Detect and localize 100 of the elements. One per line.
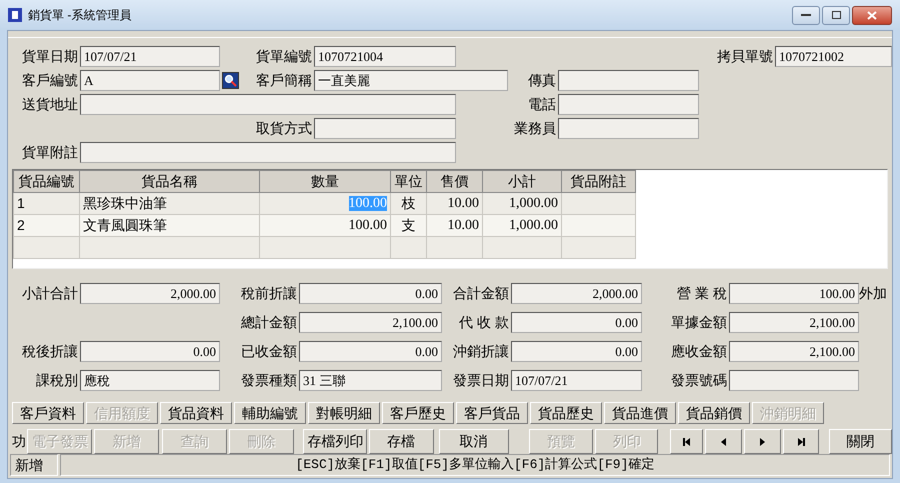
field-label: 傳真 [527, 71, 556, 90]
section-label: 功 [12, 432, 26, 451]
field-label: 課稅別 [35, 371, 78, 390]
field-label: 應收金額 [670, 342, 727, 361]
input-field[interactable]: 0.00 [80, 341, 220, 362]
table-cell: 1 [14, 192, 80, 214]
field-label: 發票號碼 [670, 371, 727, 390]
field-label: 客戶簡稱 [255, 71, 312, 90]
column-header[interactable]: 貨品附註 [562, 170, 636, 192]
table-cell: 100.00 [260, 214, 390, 236]
skip-end-icon [796, 436, 806, 446]
input-field[interactable]: 2,100.00 [729, 341, 859, 362]
field-label: 取貨方式 [255, 119, 312, 138]
field-label: 客戶編號 [21, 71, 78, 90]
input-field[interactable]: 0.00 [299, 341, 442, 362]
action-button[interactable]: 關閉 [829, 429, 892, 454]
column-header[interactable]: 貨品編號 [14, 170, 80, 192]
field-label: 發票日期 [452, 371, 509, 390]
function-button[interactable]: 客戶資料 [12, 402, 84, 424]
function-button[interactable]: 客戶歷史 [382, 402, 454, 424]
column-header[interactable]: 數量 [260, 170, 390, 192]
input-field[interactable]: 0.00 [511, 341, 642, 362]
first-record-button[interactable] [670, 429, 704, 454]
function-button[interactable]: 對帳明細 [308, 402, 380, 424]
input-field[interactable]: 一直美麗 [314, 70, 508, 91]
close-button[interactable] [852, 6, 892, 24]
input-field[interactable]: 107/07/21 [80, 46, 220, 67]
input-field[interactable] [80, 142, 456, 163]
skip-start-icon [682, 436, 692, 446]
field-label: 送貨地址 [21, 95, 78, 114]
input-field[interactable]: 2,000.00 [80, 283, 220, 304]
function-button[interactable]: 貨品歷史 [530, 402, 602, 424]
input-field[interactable]: 2,100.00 [299, 312, 442, 333]
field-label: 貨單編號 [255, 47, 312, 66]
field-label: 稅前折讓 [240, 284, 297, 303]
last-record-button[interactable] [783, 429, 820, 454]
input-field[interactable]: 2,000.00 [511, 283, 642, 304]
previous-record-button[interactable] [705, 429, 742, 454]
input-field[interactable]: 1070721002 [775, 46, 892, 67]
field-label: 業務員 [513, 119, 556, 138]
status-mode: 新增 [10, 454, 58, 476]
field-label: 貨單附註 [21, 143, 78, 162]
input-field[interactable] [558, 118, 699, 139]
column-header[interactable]: 售價 [426, 170, 482, 192]
action-button[interactable]: 存檔列印 [302, 429, 367, 454]
field-label: 單據金額 [670, 313, 727, 332]
right-triangle-icon [758, 436, 768, 446]
input-field[interactable] [729, 370, 859, 391]
table-cell [426, 236, 482, 258]
maximize-button[interactable] [822, 6, 850, 24]
field-label: 稅後折讓 [21, 342, 78, 361]
field-label: 電話 [527, 95, 556, 114]
maximize-icon [832, 11, 840, 19]
function-button[interactable]: 貨品資料 [160, 402, 232, 424]
minimize-button[interactable] [792, 6, 820, 24]
table-cell: 黑珍珠中油筆 [80, 192, 260, 214]
magnifier-icon [224, 74, 237, 87]
function-button[interactable]: 客戶貨品 [456, 402, 528, 424]
table-cell: 10.00 [426, 214, 482, 236]
action-button[interactable]: 存檔 [368, 429, 434, 454]
column-header[interactable]: 小計 [482, 170, 562, 192]
action-button[interactable]: 取消 [438, 429, 509, 454]
function-button[interactable]: 貨品銷價 [678, 402, 750, 424]
minimize-icon [801, 13, 811, 17]
input-field[interactable]: 1070721004 [314, 46, 456, 67]
field-label: 發票種類 [240, 371, 297, 390]
field-label: 代 收 款 [458, 313, 509, 332]
function-button[interactable]: 輔助編號 [234, 402, 306, 424]
input-field[interactable]: 應稅 [80, 370, 220, 391]
input-field[interactable]: 0.00 [511, 312, 642, 333]
window-title: 銷貨單 -系統管理員 [28, 7, 132, 24]
table-cell: 10.00 [426, 192, 482, 214]
field-label: 總計金額 [240, 313, 297, 332]
column-header[interactable]: 單位 [390, 170, 426, 192]
next-record-button[interactable] [744, 429, 782, 454]
input-field[interactable] [558, 70, 699, 91]
unit-label: 外加 [859, 284, 888, 303]
input-field[interactable]: 100.00 [729, 283, 859, 304]
lookup-button[interactable] [222, 72, 239, 89]
table-cell [14, 236, 80, 258]
input-field[interactable]: 107/07/21 [511, 370, 642, 391]
input-field[interactable]: A [80, 70, 220, 91]
left-triangle-icon [719, 436, 728, 446]
table-cell: 枝 [390, 192, 426, 214]
input-field[interactable]: 0.00 [299, 283, 442, 304]
input-field[interactable] [80, 94, 456, 115]
field-label: 貨單日期 [21, 47, 78, 66]
field-label: 營 業 稅 [676, 284, 727, 303]
input-field[interactable]: 2,100.00 [729, 312, 859, 333]
input-field[interactable] [314, 118, 456, 139]
close-icon [867, 10, 877, 20]
column-header[interactable]: 貨品名稱 [80, 170, 260, 192]
table-cell: 支 [390, 214, 426, 236]
field-label: 沖銷折讓 [452, 342, 509, 361]
field-label: 合計金額 [452, 284, 509, 303]
table-cell: 1,000.00 [482, 192, 562, 214]
input-field[interactable]: 31 三聯 [299, 370, 442, 391]
table-cell: 1,000.00 [482, 214, 562, 236]
input-field[interactable] [558, 94, 699, 115]
function-button[interactable]: 貨品進價 [604, 402, 676, 424]
